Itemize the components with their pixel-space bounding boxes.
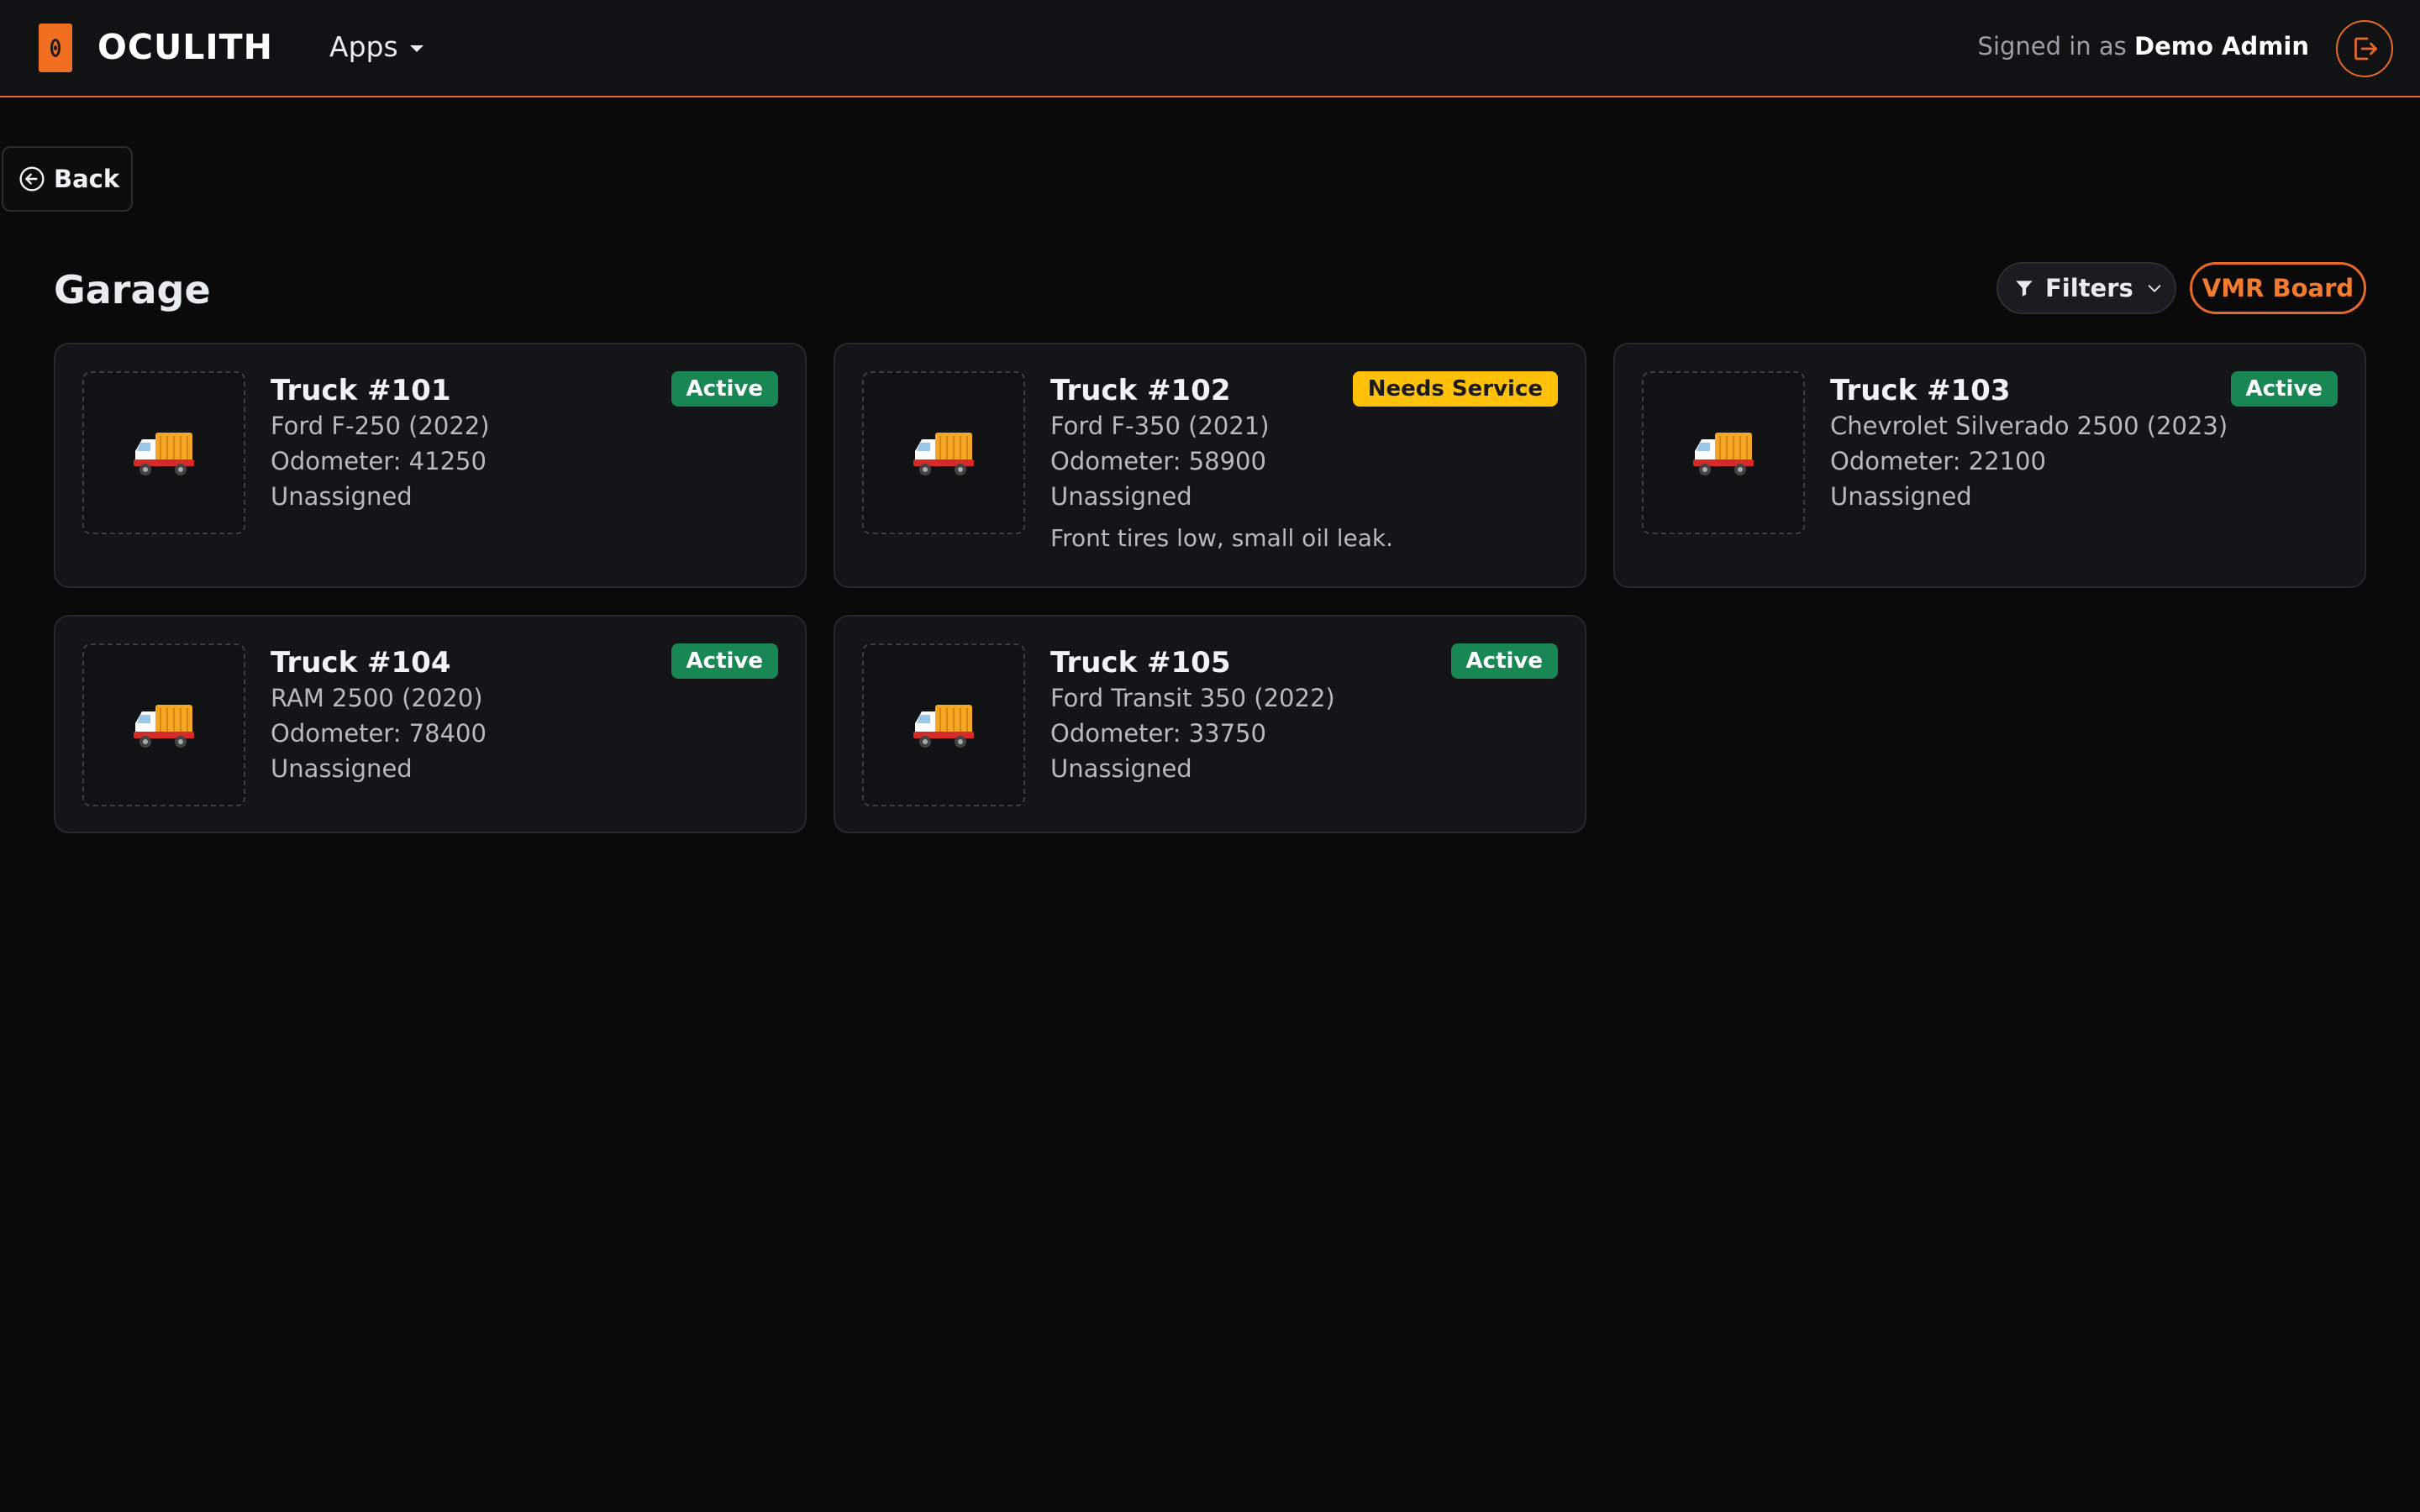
user-name: Demo Admin xyxy=(2134,32,2309,60)
truck-card[interactable]: Truck #104 RAM 2500 (2020) Odometer: 784… xyxy=(54,615,807,833)
truck-card[interactable]: Truck #105 Ford Transit 350 (2022) Odome… xyxy=(834,615,1586,833)
truck-model: Ford F-250 (2022) xyxy=(271,412,490,440)
truck-odometer: Odometer: 58900 xyxy=(1050,447,1266,475)
filters-button-label: Filters xyxy=(2045,274,2133,302)
top-navbar: OCULITH Apps Signed in as Demo Admin xyxy=(0,0,2420,97)
filters-button[interactable]: Filters xyxy=(1996,262,2176,314)
apps-menu-toggle[interactable]: Apps xyxy=(329,30,424,63)
truck-model: Chevrolet Silverado 2500 (2023) xyxy=(1830,412,2228,440)
vmr-board-button-label: VMR Board xyxy=(2202,274,2354,302)
status-badge: Active xyxy=(671,643,778,679)
truck-image-placeholder xyxy=(82,643,245,806)
truck-card[interactable]: Truck #102 Ford F-350 (2021) Odometer: 5… xyxy=(834,343,1586,588)
logout-button[interactable] xyxy=(2336,20,2393,77)
status-badge: Active xyxy=(671,371,778,407)
signed-in-text: Signed in as Demo Admin xyxy=(1978,32,2309,60)
delivery-truck-icon xyxy=(134,433,194,475)
truck-odometer: Odometer: 33750 xyxy=(1050,719,1266,748)
page-title: Garage xyxy=(54,267,211,312)
brand-name[interactable]: OCULITH xyxy=(97,27,273,67)
truck-assignment: Unassigned xyxy=(271,482,413,511)
truck-model: RAM 2500 (2020) xyxy=(271,684,483,712)
arrow-left-circle-icon xyxy=(19,166,45,192)
truck-assignment: Unassigned xyxy=(1050,754,1192,783)
truck-odometer: Odometer: 41250 xyxy=(271,447,487,475)
delivery-truck-icon xyxy=(913,433,974,475)
truck-image-placeholder xyxy=(1642,371,1805,534)
delivery-truck-icon xyxy=(913,705,974,748)
truck-odometer: Odometer: 78400 xyxy=(271,719,487,748)
truck-image-placeholder xyxy=(862,643,1025,806)
oculith-logo-icon[interactable] xyxy=(39,24,72,72)
truck-card[interactable]: Truck #103 Chevrolet Silverado 2500 (202… xyxy=(1613,343,2366,588)
apps-menu-label: Apps xyxy=(329,30,398,63)
logout-icon xyxy=(2354,37,2377,60)
truck-card[interactable]: Truck #101 Ford F-250 (2022) Odometer: 4… xyxy=(54,343,807,588)
chevron-down-icon xyxy=(409,45,424,52)
back-button[interactable]: Back xyxy=(2,146,133,212)
back-button-label: Back xyxy=(54,165,120,193)
funnel-icon xyxy=(2016,281,2033,297)
truck-assignment: Unassigned xyxy=(1830,482,1972,511)
delivery-truck-icon xyxy=(134,705,194,748)
truck-model: Ford F-350 (2021) xyxy=(1050,412,1270,440)
truck-service-note: Front tires low, small oil leak. xyxy=(1050,524,1394,552)
vmr-board-button[interactable]: VMR Board xyxy=(2190,262,2366,314)
truck-assignment: Unassigned xyxy=(271,754,413,783)
truck-assignment: Unassigned xyxy=(1050,482,1192,511)
truck-image-placeholder xyxy=(82,371,245,534)
chevron-down-icon xyxy=(2148,285,2161,292)
truck-model: Ford Transit 350 (2022) xyxy=(1050,684,1335,712)
status-badge: Needs Service xyxy=(1352,371,1558,407)
status-badge: Active xyxy=(2230,371,2338,407)
signed-in-prefix: Signed in as xyxy=(1977,32,2127,60)
truck-image-placeholder xyxy=(862,371,1025,534)
status-badge: Active xyxy=(1450,643,1558,679)
truck-odometer: Odometer: 22100 xyxy=(1830,447,2046,475)
delivery-truck-icon xyxy=(1693,433,1754,475)
